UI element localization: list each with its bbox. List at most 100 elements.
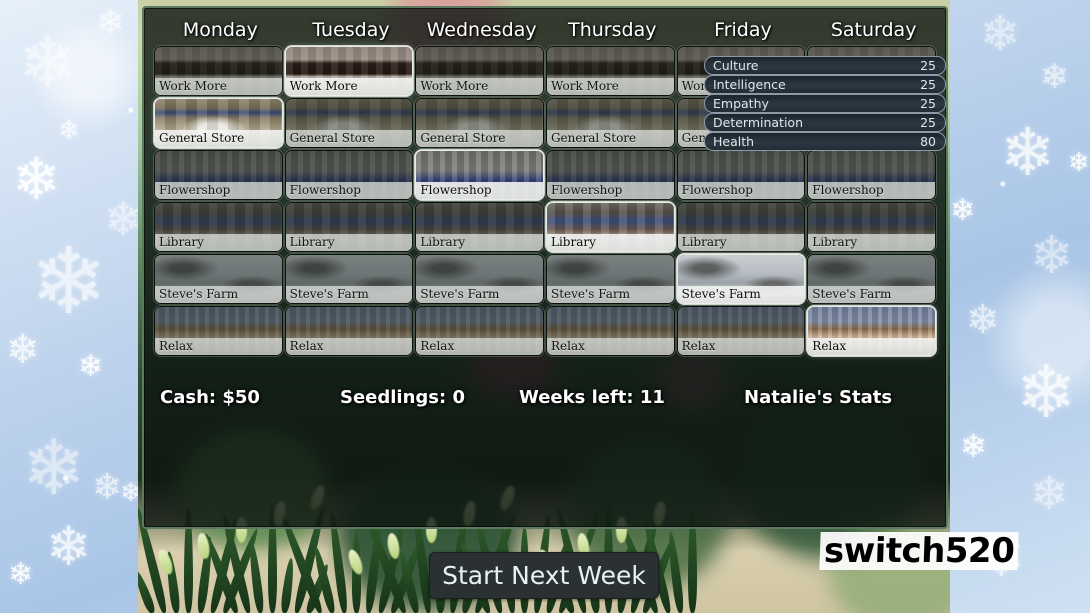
- activity-cell-monday-flowershop[interactable]: Flowershop: [154, 150, 283, 200]
- activity-cell-label: Steve's Farm: [155, 286, 282, 303]
- activity-cell-label: Library: [677, 234, 805, 251]
- activity-cell-label: Library: [155, 234, 282, 251]
- activity-cell-label: Relax: [677, 338, 805, 355]
- activity-cell-wednesday-steves-farm[interactable]: Steve's Farm: [415, 254, 544, 304]
- snowflake-icon: ❄: [966, 297, 1000, 343]
- day-header-friday: Friday: [714, 19, 772, 41]
- day-header-tuesday: Tuesday: [312, 19, 390, 41]
- activity-row-steves-farm: Steve's Farm Steve's Farm Steve's Farm S…: [154, 254, 936, 304]
- activity-cell-thursday-flowershop[interactable]: Flowershop: [545, 150, 675, 200]
- activity-row-library: Library Library Library Library Library …: [154, 202, 936, 252]
- activity-cell-label: Steve's Farm: [285, 286, 413, 303]
- activity-cell-label: General Store: [416, 130, 543, 147]
- snowflake-icon: ❄: [46, 515, 92, 578]
- activity-cell-wednesday-relax[interactable]: Relax: [415, 306, 544, 356]
- activity-cell-saturday-relax[interactable]: Relax: [807, 306, 936, 356]
- activity-cell-thursday-steves-farm[interactable]: Steve's Farm: [545, 254, 675, 304]
- activity-cell-friday-flowershop[interactable]: Flowershop: [676, 150, 806, 200]
- activity-cell-label: Relax: [808, 338, 935, 355]
- activity-cell-monday-work-more[interactable]: Work More: [154, 46, 283, 96]
- activity-cell-wednesday-work-more[interactable]: Work More: [415, 46, 544, 96]
- activity-cell-monday-steves-farm[interactable]: Steve's Farm: [154, 254, 283, 304]
- activity-cell-tuesday-relax[interactable]: Relax: [284, 306, 414, 356]
- activity-cell-label: Flowershop: [677, 182, 805, 199]
- activity-cell-wednesday-general-store[interactable]: General Store: [415, 98, 544, 148]
- stat-row-culture: Culture 25: [704, 56, 946, 75]
- snowflake-icon: ❄: [950, 193, 976, 228]
- activity-cell-label: Work More: [546, 78, 674, 95]
- snowflake-icon: ❄: [1030, 226, 1074, 286]
- activity-cell-saturday-flowershop[interactable]: Flowershop: [807, 150, 936, 200]
- stat-name: Culture: [713, 58, 759, 73]
- activity-cell-label: Relax: [416, 338, 543, 355]
- snowflake-icon: ❄: [18, 22, 77, 104]
- stat-row-health: Health 80: [704, 132, 946, 151]
- activity-cell-tuesday-work-more[interactable]: Work More: [284, 46, 414, 96]
- snowflake-icon: ❄: [92, 467, 123, 508]
- snowflake-icon: ❄: [8, 557, 34, 592]
- weekly-planner-panel: Monday Tuesday Wednesday Thursday Friday…: [142, 6, 948, 529]
- activity-cell-label: General Store: [285, 130, 413, 147]
- snowflake-icon: ❄: [6, 327, 40, 373]
- activity-cell-monday-relax[interactable]: Relax: [154, 306, 283, 356]
- cash-status: Cash: $50: [160, 387, 260, 408]
- stats-panel-title: Natalie's Stats: [744, 387, 893, 408]
- activity-cell-monday-general-store[interactable]: General Store: [154, 98, 283, 148]
- snowflake-icon: ❄: [980, 6, 1021, 62]
- activity-cell-label: Work More: [285, 78, 413, 95]
- watermark-text: switch520: [819, 531, 1020, 571]
- activity-cell-label: Relax: [155, 338, 282, 355]
- activity-cell-tuesday-steves-farm[interactable]: Steve's Farm: [284, 254, 414, 304]
- day-header-thursday: Thursday: [568, 19, 657, 41]
- activity-cell-wednesday-flowershop[interactable]: Flowershop: [415, 150, 544, 200]
- activity-cell-label: Flowershop: [808, 182, 935, 199]
- activity-cell-thursday-library[interactable]: Library: [545, 202, 675, 252]
- activity-cell-friday-library[interactable]: Library: [676, 202, 806, 252]
- stat-row-empathy: Empathy 25: [704, 94, 946, 113]
- snowflake-icon: ❄: [78, 349, 104, 384]
- stat-value: 80: [920, 134, 936, 149]
- activity-cell-label: Steve's Farm: [416, 286, 543, 303]
- snowflake-icon: ❄: [1068, 148, 1090, 178]
- day-header-monday: Monday: [182, 19, 258, 41]
- activity-cell-label: Flowershop: [285, 182, 413, 199]
- activity-cell-tuesday-flowershop[interactable]: Flowershop: [284, 150, 414, 200]
- activity-cell-tuesday-general-store[interactable]: General Store: [284, 98, 414, 148]
- activity-cell-label: Work More: [416, 78, 543, 95]
- activity-cell-tuesday-library[interactable]: Library: [284, 202, 414, 252]
- stat-name: Determination: [713, 115, 804, 130]
- activity-cell-label: Relax: [546, 338, 674, 355]
- activity-cell-wednesday-library[interactable]: Library: [415, 202, 544, 252]
- stat-value: 25: [920, 58, 936, 73]
- activity-cell-saturday-steves-farm[interactable]: Steve's Farm: [807, 254, 936, 304]
- activity-cell-monday-library[interactable]: Library: [154, 202, 283, 252]
- stat-value: 25: [920, 77, 936, 92]
- day-header-wednesday: Wednesday: [426, 19, 537, 41]
- activity-row-flowershop: Flowershop Flowershop Flowershop Flowers…: [154, 150, 936, 200]
- stat-value: 25: [920, 96, 936, 111]
- start-next-week-button[interactable]: Start Next Week: [429, 552, 659, 599]
- activity-cell-label: Steve's Farm: [677, 286, 805, 303]
- activity-cell-friday-steves-farm[interactable]: Steve's Farm: [676, 254, 806, 304]
- snowflake-icon: ❄: [58, 116, 80, 146]
- activity-cell-thursday-relax[interactable]: Relax: [545, 306, 675, 356]
- activity-cell-saturday-library[interactable]: Library: [807, 202, 936, 252]
- game-viewport: Monday Tuesday Wednesday Thursday Friday…: [138, 0, 950, 613]
- snowflake-icon: ❄: [1040, 57, 1069, 97]
- activity-cell-label: General Store: [546, 130, 674, 147]
- day-header-saturday: Saturday: [830, 19, 917, 41]
- snowflake-icon: ❄: [12, 145, 61, 213]
- stat-row-determination: Determination 25: [704, 113, 946, 132]
- activity-row-relax: Relax Relax Relax Relax Relax Relax: [154, 306, 936, 356]
- activity-cell-label: Flowershop: [416, 182, 543, 199]
- activity-cell-label: General Store: [155, 130, 282, 147]
- activity-cell-friday-relax[interactable]: Relax: [676, 306, 806, 356]
- activity-cell-label: Flowershop: [155, 182, 282, 199]
- activity-cell-thursday-general-store[interactable]: General Store: [545, 98, 675, 148]
- activity-cell-label: Steve's Farm: [546, 286, 674, 303]
- activity-cell-label: Library: [285, 234, 413, 251]
- weeks-left-status: Weeks left: 11: [519, 387, 665, 408]
- snowflake-icon: ❄: [104, 192, 143, 246]
- activity-cell-thursday-work-more[interactable]: Work More: [545, 46, 675, 96]
- stat-name: Intelligence: [713, 77, 786, 92]
